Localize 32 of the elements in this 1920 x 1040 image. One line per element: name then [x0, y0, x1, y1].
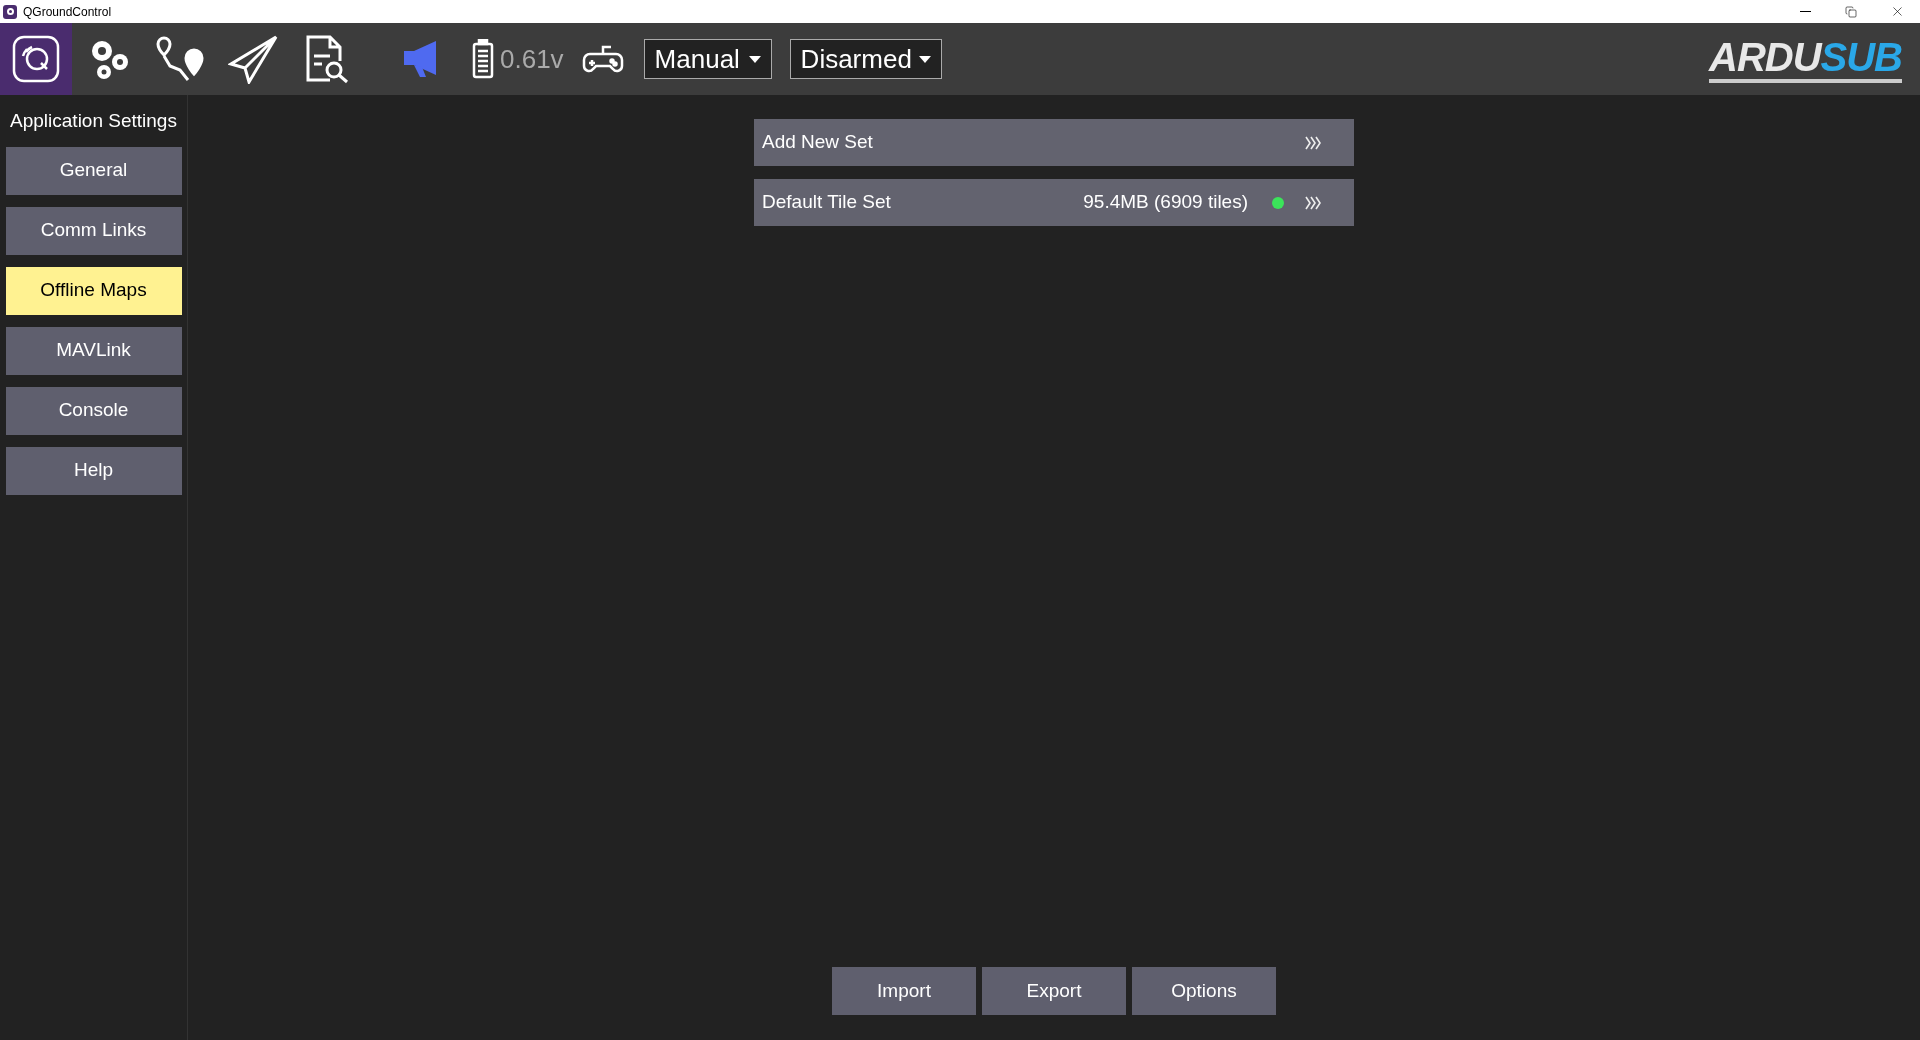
app-icon — [3, 4, 17, 19]
sidebar-item[interactable]: Offline Maps — [5, 266, 182, 315]
minimize-icon — [1799, 11, 1811, 12]
gamepad-icon[interactable] — [581, 44, 624, 74]
sidebar-item[interactable]: Console — [5, 386, 182, 435]
action-button[interactable]: Export — [982, 967, 1126, 1015]
caret-icon — [918, 55, 931, 63]
sidebar-item[interactable]: General — [5, 146, 182, 195]
tile-set-name: Default Tile Set — [762, 190, 891, 215]
caret-icon — [748, 55, 761, 63]
tile-set-row[interactable]: Default Tile Set 95.4MB (6909 tiles) — [754, 179, 1354, 226]
chevrons-icon — [1304, 134, 1322, 151]
paper-plane-icon[interactable] — [228, 34, 280, 84]
chevrons-icon — [1304, 194, 1322, 211]
sidebar-item[interactable]: MAVLink — [5, 326, 182, 375]
tile-set-size: 95.4MB (6909 tiles) — [1083, 190, 1248, 215]
brand-logo: ARDUSUB — [1709, 35, 1902, 83]
restore-icon — [1845, 5, 1857, 18]
sidebar-heading: Application Settings — [10, 109, 177, 133]
app-logo-button[interactable] — [0, 23, 72, 95]
battery-voltage: 0.61v — [500, 42, 564, 76]
flight-mode-dropdown[interactable]: Manual — [643, 39, 772, 79]
sidebar-item[interactable]: Comm Links — [5, 206, 182, 255]
app-logo-icon — [11, 34, 61, 84]
window-title: QGroundControl — [23, 3, 112, 21]
tile-set-name: Add New Set — [762, 130, 873, 155]
action-button[interactable]: Import — [832, 967, 976, 1015]
tile-set-row[interactable]: Add New Set — [754, 119, 1354, 166]
arm-state-dropdown[interactable]: Disarmed — [789, 39, 942, 79]
battery-icon[interactable] — [472, 39, 494, 79]
sidebar-item[interactable]: Help — [5, 446, 182, 495]
action-button[interactable]: Options — [1132, 967, 1276, 1015]
